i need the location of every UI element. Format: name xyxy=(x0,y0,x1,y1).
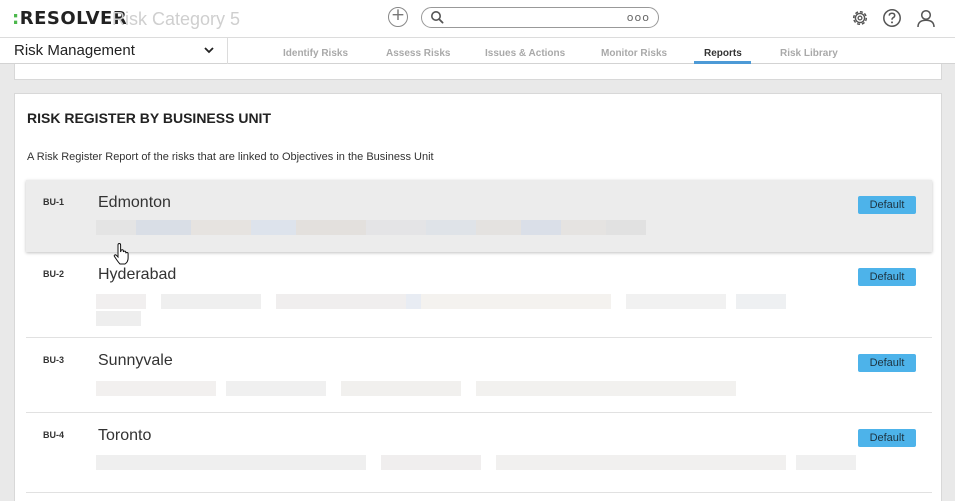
user-icon[interactable] xyxy=(916,8,936,28)
report-panel: RISK REGISTER BY BUSINESS UNIT A Risk Re… xyxy=(14,93,942,501)
list-item-bu-1[interactable]: BU-1 Edmonton Default xyxy=(26,180,932,252)
redacted-text xyxy=(96,294,786,309)
row-name: Hyderabad xyxy=(98,266,177,283)
row-name: Edmonton xyxy=(98,194,171,211)
redacted-text xyxy=(96,381,736,396)
status-badge: Default xyxy=(858,196,916,214)
chevron-down-icon xyxy=(204,47,214,54)
tab-identify-risks[interactable]: Identify Risks xyxy=(283,48,348,59)
list-item-bu-3[interactable]: BU-3 Sunnyvale Default xyxy=(26,338,932,413)
row-code: BU-3 xyxy=(43,355,65,365)
report-title: RISK REGISTER BY BUSINESS UNIT xyxy=(27,110,272,126)
navigation-bar: Risk Management Identify Risks Assess Ri… xyxy=(0,37,955,64)
tab-assess-risks[interactable]: Assess Risks xyxy=(386,48,451,59)
row-code: BU-1 xyxy=(43,197,65,207)
search-icon xyxy=(431,11,444,24)
report-description: A Risk Register Report of the risks that… xyxy=(27,151,434,163)
row-code: BU-4 xyxy=(43,430,65,440)
app-name: Risk Management xyxy=(14,42,135,59)
tab-issues-actions[interactable]: Issues & Actions xyxy=(485,48,565,59)
search-input[interactable]: ooo xyxy=(421,7,659,28)
app-selector[interactable]: Risk Management xyxy=(0,38,228,64)
list-item-bu-2[interactable]: BU-2 Hyderabad Default xyxy=(26,252,932,338)
tab-reports[interactable]: Reports xyxy=(704,48,742,59)
plus-circle-icon[interactable]: + xyxy=(388,7,408,27)
more-icon[interactable]: ooo xyxy=(627,11,650,24)
tab-monitor-risks[interactable]: Monitor Risks xyxy=(601,48,667,59)
ghost-page-title: Risk Category 5 xyxy=(112,9,241,29)
row-name: Sunnyvale xyxy=(98,352,173,369)
previous-panel xyxy=(14,64,942,80)
hand-cursor-icon xyxy=(113,243,129,265)
list-item-bu-4[interactable]: BU-4 Toronto Default xyxy=(26,413,932,493)
row-name: Toronto xyxy=(98,427,152,444)
redacted-text xyxy=(96,311,141,326)
status-badge: Default xyxy=(858,429,916,447)
status-badge: Default xyxy=(858,268,916,286)
redacted-text xyxy=(96,220,646,235)
row-code: BU-2 xyxy=(43,269,65,279)
resolver-logo[interactable]: :RESOLVER xyxy=(12,8,127,29)
status-badge: Default xyxy=(858,354,916,372)
top-header: :RESOLVER Risk Category 5 + ooo xyxy=(0,0,955,37)
gear-icon[interactable] xyxy=(850,8,870,28)
help-icon[interactable] xyxy=(882,8,902,28)
tab-risk-library[interactable]: Risk Library xyxy=(780,48,838,59)
redacted-text xyxy=(96,455,856,470)
